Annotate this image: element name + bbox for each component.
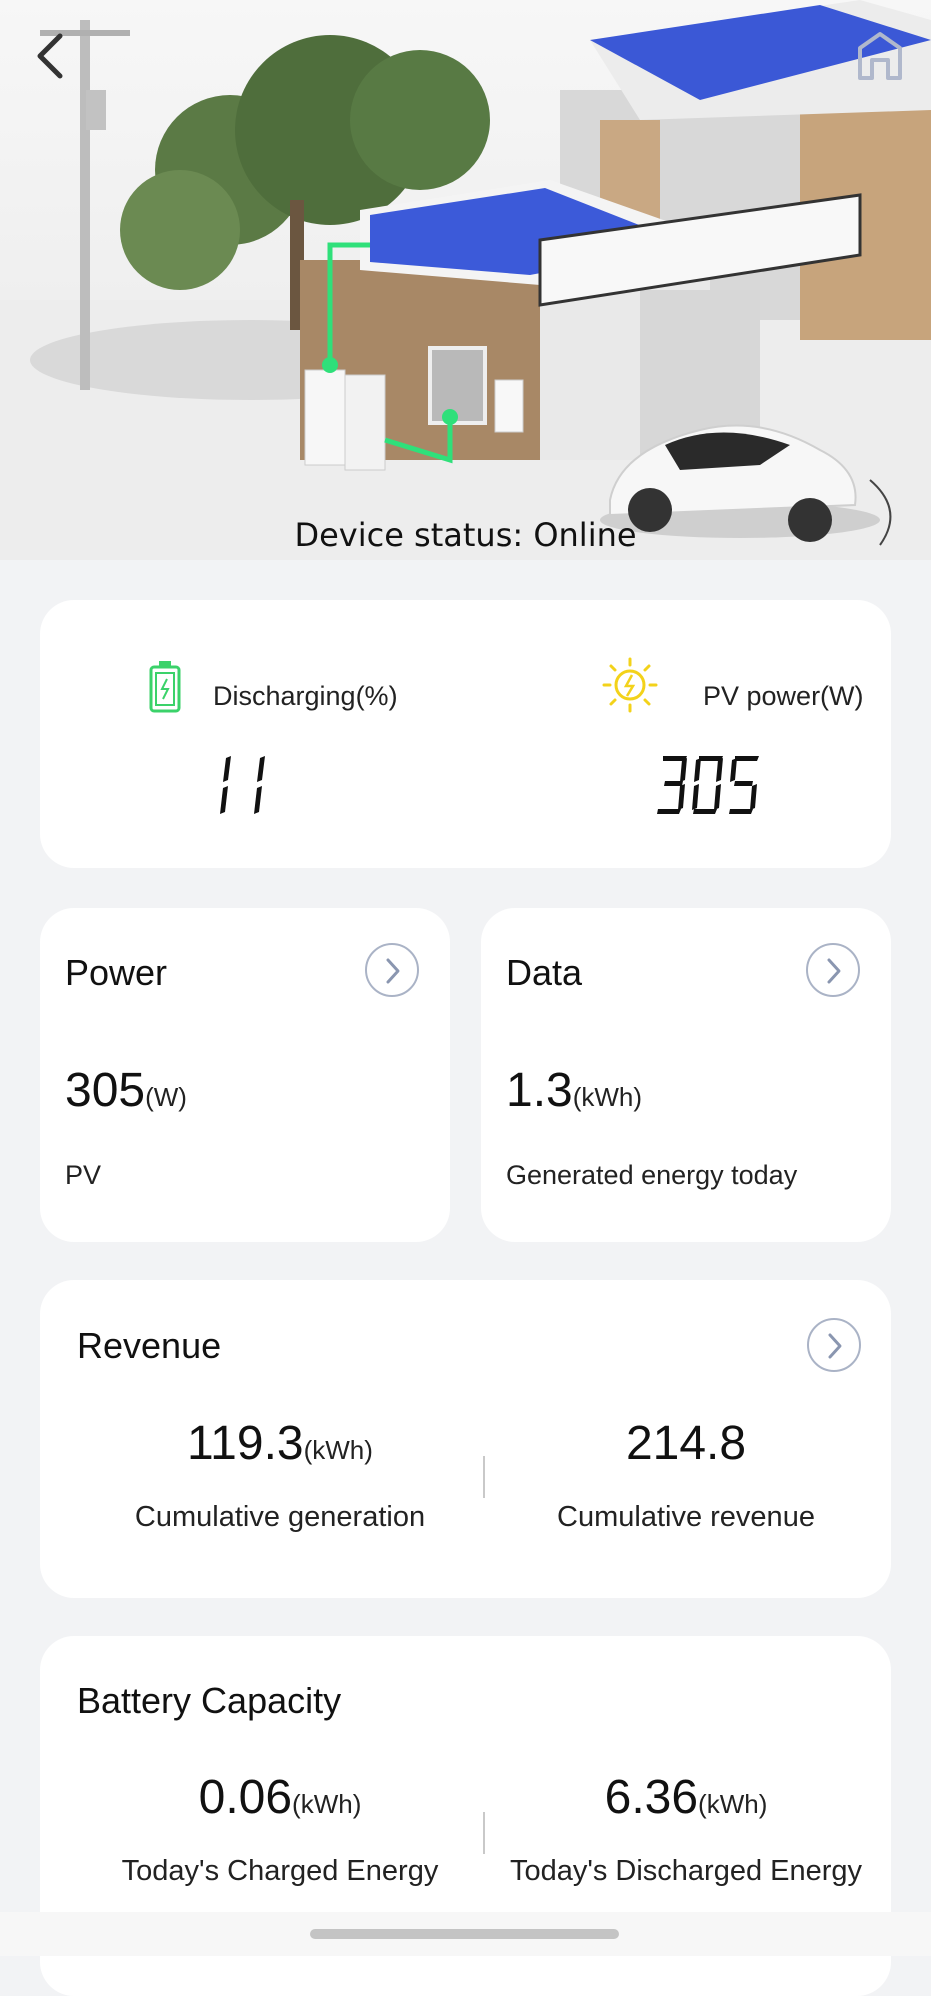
data-caption: Generated energy today bbox=[506, 1160, 798, 1190]
discharging-label: Discharging(%) bbox=[213, 681, 398, 711]
charged-energy-value: 0.06(kWh) bbox=[198, 1771, 362, 1824]
data-detail-button[interactable] bbox=[806, 943, 860, 997]
charged-energy-caption: Today's Charged Energy bbox=[121, 1855, 439, 1887]
pv-power-metric: PV power(W) bbox=[560, 655, 890, 835]
back-button[interactable] bbox=[28, 26, 78, 86]
house-solar-illustration bbox=[0, 0, 931, 560]
discharged-energy: 6.36(kWh) Today's Discharged Energy bbox=[486, 1770, 886, 1888]
cumulative-revenue: 214.8 Cumulative revenue bbox=[486, 1416, 886, 1534]
battery-icon bbox=[149, 661, 181, 713]
charged-energy: 0.06(kWh) Today's Charged Energy bbox=[80, 1770, 480, 1888]
revenue-detail-button[interactable] bbox=[807, 1318, 861, 1372]
sun-icon bbox=[602, 657, 658, 713]
discharged-energy-value: 6.36(kWh) bbox=[604, 1771, 768, 1824]
device-status-text: Device status: Online bbox=[294, 516, 637, 554]
power-value: 305(W) bbox=[65, 1064, 187, 1117]
power-card-title: Power bbox=[65, 952, 168, 993]
home-button[interactable] bbox=[852, 26, 908, 86]
hero-illustration: Device status: Online bbox=[0, 0, 931, 560]
discharged-energy-caption: Today's Discharged Energy bbox=[509, 1855, 863, 1887]
chevron-right-icon bbox=[828, 1333, 842, 1359]
chevron-left-icon bbox=[37, 33, 63, 79]
revenue-card-title: Revenue bbox=[77, 1325, 222, 1366]
cumulative-generation: 119.3(kWh) Cumulative generation bbox=[80, 1416, 480, 1534]
power-unit: (W) bbox=[145, 1082, 187, 1112]
data-card-title: Data bbox=[506, 952, 583, 993]
cumulative-generation-value: 119.3(kWh) bbox=[187, 1417, 373, 1470]
data-card[interactable]: Data 1.3(kWh) Generated energy today bbox=[481, 908, 891, 1242]
live-metrics-card: Discharging(%) 11 PV power(W) bbox=[40, 600, 891, 868]
device-status: Device status: Online bbox=[0, 516, 931, 554]
home-icon bbox=[858, 32, 902, 80]
power-card[interactable]: Power 305(W) PV bbox=[40, 908, 450, 1242]
revenue-card[interactable]: Revenue 119.3(kWh) Cumulative generation… bbox=[40, 1280, 891, 1598]
discharging-value: 11 bbox=[95, 750, 395, 820]
power-caption: PV bbox=[65, 1160, 102, 1190]
pv-power-label: PV power(W) bbox=[703, 681, 864, 711]
power-detail-button[interactable] bbox=[365, 943, 419, 997]
cumulative-generation-caption: Cumulative generation bbox=[134, 1501, 426, 1533]
data-unit: (kWh) bbox=[572, 1082, 643, 1112]
cumulative-revenue-value: 214.8 bbox=[625, 1417, 747, 1470]
cumulative-revenue-caption: Cumulative revenue bbox=[557, 1501, 815, 1533]
discharging-metric: Discharging(%) 11 bbox=[135, 655, 465, 835]
battery-capacity-title: Battery Capacity bbox=[77, 1680, 342, 1721]
chevron-right-icon bbox=[386, 958, 400, 984]
chevron-right-icon bbox=[827, 958, 841, 984]
home-indicator[interactable] bbox=[310, 1929, 619, 1939]
revenue-divider bbox=[483, 1456, 485, 1498]
lcd-digits-305 bbox=[657, 756, 759, 814]
lcd-digits-11 bbox=[220, 756, 265, 814]
battery-divider bbox=[483, 1812, 485, 1854]
data-value: 1.3(kWh) bbox=[506, 1064, 643, 1117]
pv-power-value: 305 bbox=[560, 750, 860, 820]
